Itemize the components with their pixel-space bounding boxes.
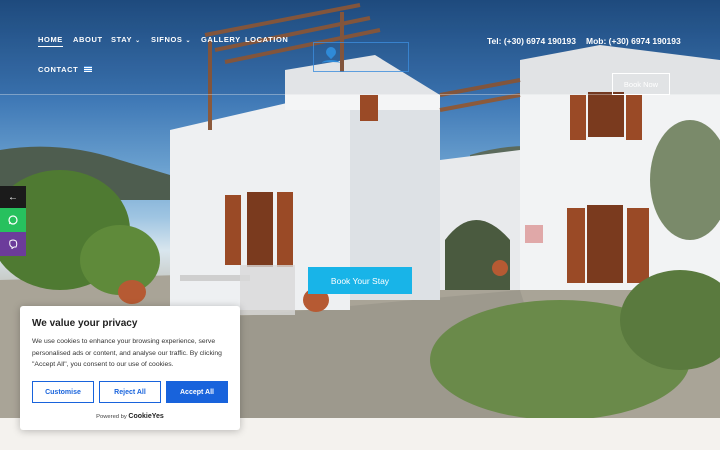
nav-sifnos[interactable]: SIFNOS ⌄	[151, 35, 191, 44]
arrow-left-icon[interactable]: ←	[0, 186, 26, 208]
cookie-message: We use cookies to enhance your browsing …	[32, 338, 222, 369]
chevron-down-icon: ⌄	[185, 38, 192, 44]
nav-home-label: HOME	[38, 35, 63, 44]
accept-all-button[interactable]: Accept All	[166, 381, 228, 403]
whatsapp-icon[interactable]	[0, 208, 26, 232]
customise-button[interactable]: Customise	[32, 381, 94, 403]
cookie-consent-banner: We value your privacy We use cookies to …	[20, 306, 240, 430]
site-header: HOME ABOUT STAY ⌄ SIFNOS ⌄ GALLERY LOCATIO…	[0, 0, 720, 95]
nav-about[interactable]: ABOUT	[73, 35, 103, 44]
nav-contact[interactable]: CONTACT	[38, 65, 78, 74]
location-pin-icon	[323, 44, 339, 60]
powered-by-label: Powered by	[96, 414, 127, 420]
site-logo[interactable]	[313, 42, 409, 72]
cookieyes-logo[interactable]: CookieYes	[128, 413, 163, 420]
nav-stay[interactable]: STAY ⌄	[111, 35, 141, 44]
cookie-title: We value your privacy	[32, 318, 138, 329]
reject-all-button[interactable]: Reject All	[99, 381, 161, 403]
book-now-button[interactable]: Book Now	[612, 73, 670, 95]
chevron-down-icon: ⌄	[135, 38, 141, 44]
nav-about-label: ABOUT	[73, 35, 103, 44]
greek-flag-icon[interactable]	[84, 66, 92, 72]
nav-home[interactable]: HOME	[38, 35, 63, 47]
viber-icon[interactable]	[0, 232, 26, 256]
nav-gallery[interactable]: GALLERY	[201, 35, 241, 44]
waves-icon	[322, 60, 340, 66]
nav-location-label: LOCATION	[245, 35, 289, 44]
share-sidebar: ←	[0, 186, 26, 256]
nav-gallery-label: GALLERY	[201, 35, 241, 44]
nav-location[interactable]: LOCATION	[245, 35, 288, 44]
nav-sifnos-label: SIFNOS	[151, 35, 183, 44]
tel-number[interactable]: Tel: (+30) 6974 190193	[487, 36, 576, 46]
nav-contact-label: CONTACT	[38, 65, 79, 74]
powered-by: Powered by CookieYes	[20, 413, 240, 420]
nav-stay-label: STAY	[111, 35, 133, 44]
mobile-number[interactable]: Mob: (+30) 6974 190193	[586, 36, 681, 46]
book-your-stay-button[interactable]: Book Your Stay	[308, 267, 412, 294]
cookie-actions: Customise Reject All Accept All	[32, 381, 228, 403]
